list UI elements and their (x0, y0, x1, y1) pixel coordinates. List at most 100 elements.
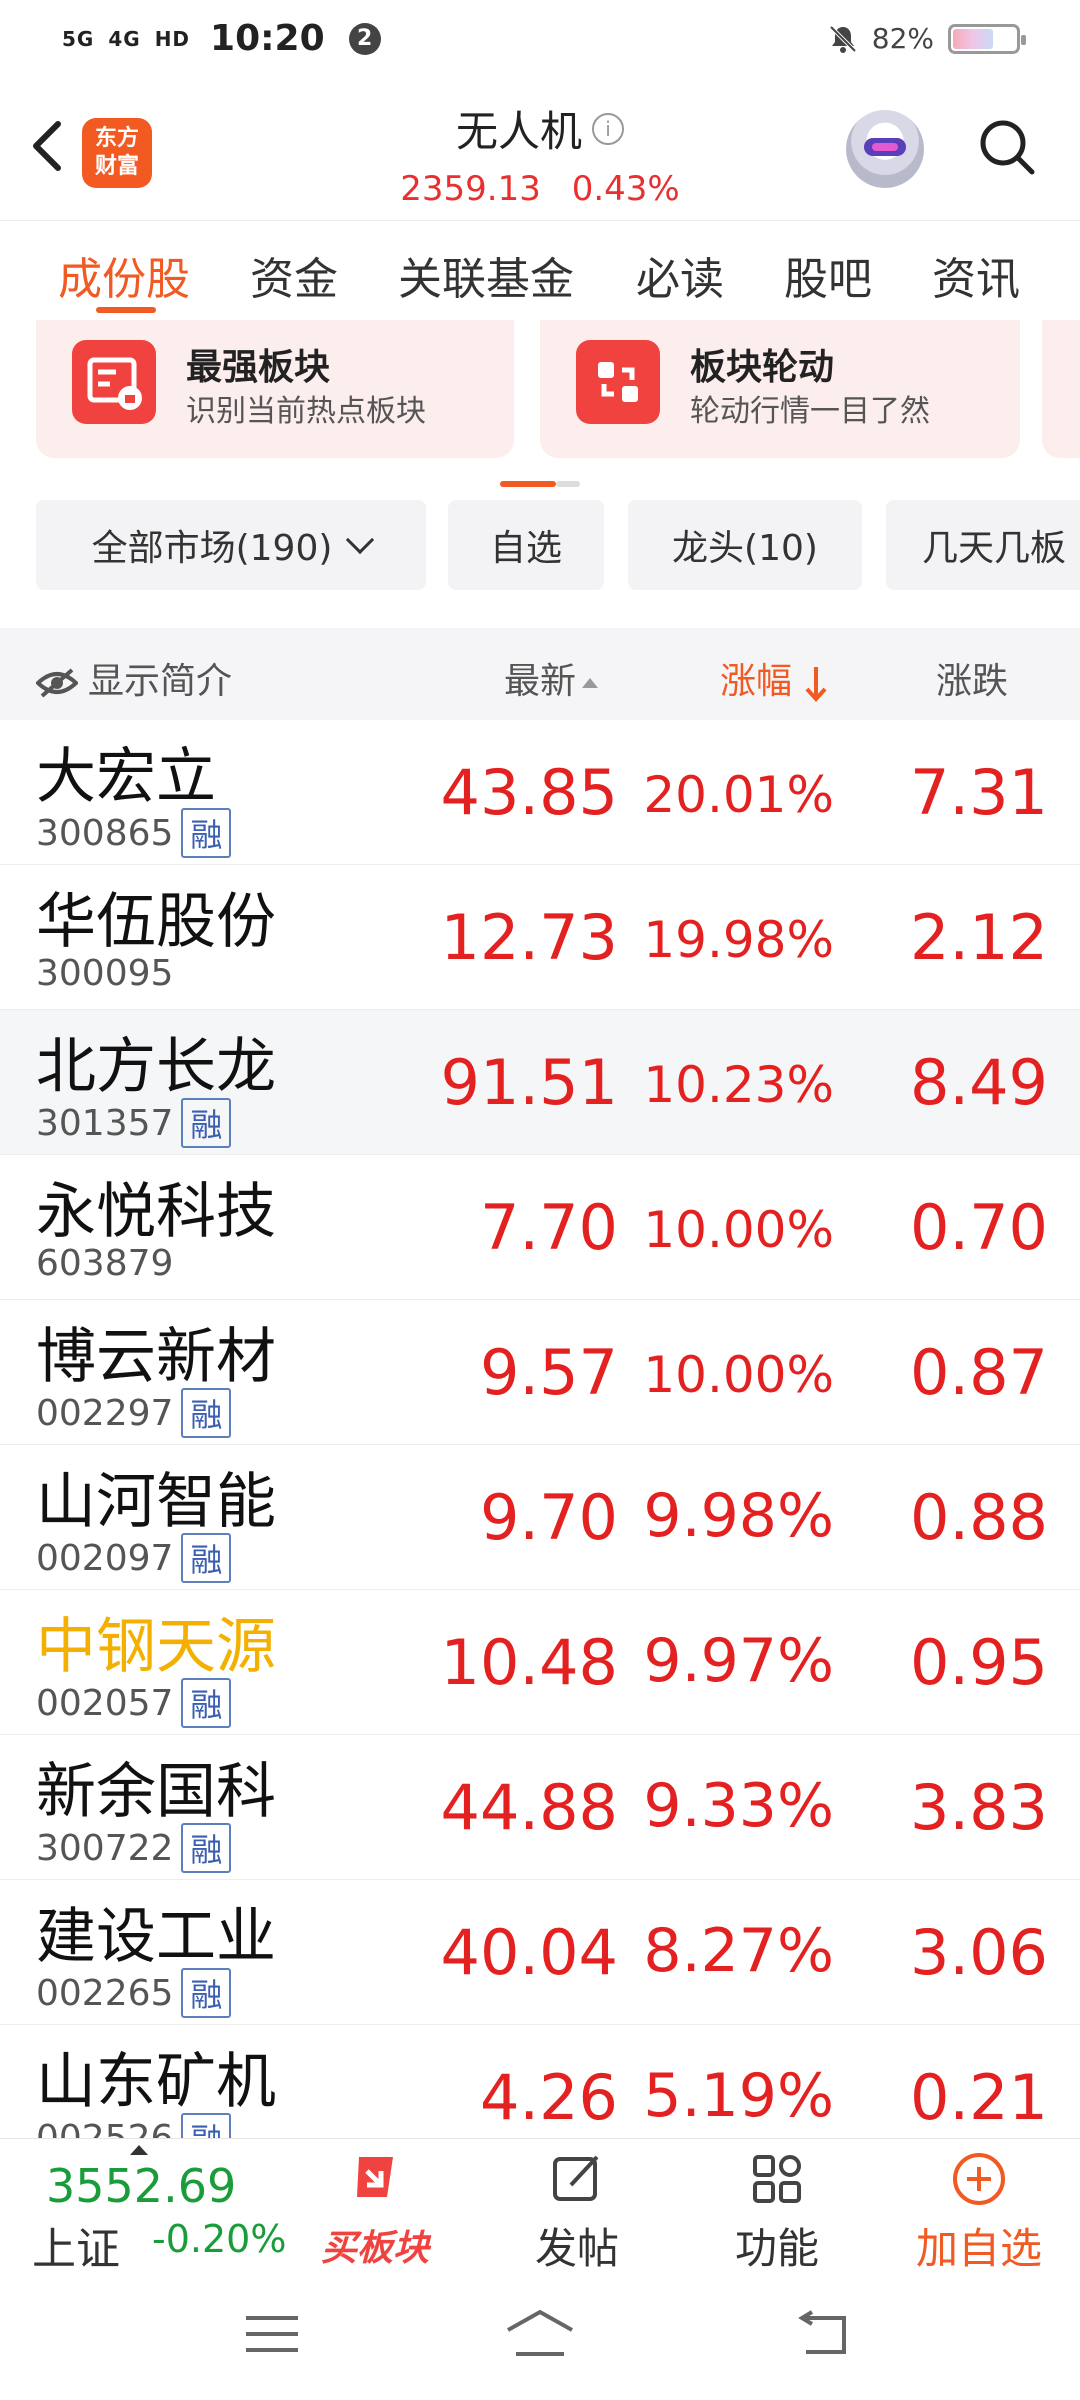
tab-forum[interactable]: 股吧 (784, 243, 872, 307)
stock-code-group: 002057 融 (36, 1678, 232, 1728)
change-amount: 0.95 (909, 1626, 1048, 1699)
change-percent: 8.27% (643, 1916, 834, 1986)
stock-code: 002297 (36, 1392, 174, 1434)
shanghai-index-name: 上证 (32, 2224, 120, 2275)
stock-code: 002265 (36, 1972, 174, 2014)
latest-price: 9.70 (479, 1481, 618, 1554)
change-percent: 9.98% (643, 1481, 834, 1551)
status-bar: 5G 4G HD 10:20 2 82% (0, 0, 1080, 80)
change-percent: 10.00% (643, 1346, 834, 1404)
network-4g-indicator: 4G (108, 26, 141, 51)
active-tab-indicator (96, 307, 156, 313)
watchlist-filter-chip[interactable]: 自选 (448, 500, 604, 590)
stock-name: 永悦科技 (36, 1177, 276, 1247)
tab-bar: 成份股 资金 关联基金 必读 股吧 资讯 (0, 220, 1080, 320)
table-row[interactable]: 新余国科 300722 融 44.88 9.33% 3.83 (0, 1735, 1080, 1880)
tab-news[interactable]: 资讯 (932, 243, 1020, 307)
header: 东方 财富 无人机 i 2359.13 0.43% (0, 80, 1080, 220)
post-label: 发帖 (534, 2224, 619, 2273)
change-percent: 9.33% (643, 1771, 834, 1841)
change-pct-column-label: 涨幅 (720, 661, 793, 702)
stock-code-group: 002297 融 (36, 1388, 232, 1438)
clock: 10:20 (210, 18, 325, 59)
chart-thumb-icon (72, 340, 156, 424)
table-row[interactable]: 中钢天源 002057 融 10.48 9.97% 0.95 (0, 1590, 1080, 1735)
table-row[interactable]: 建设工业 002265 融 40.04 8.27% 3.06 (0, 1880, 1080, 2025)
margin-trading-badge: 融 (181, 1678, 232, 1728)
buy-sector-button[interactable]: 买板块 (300, 2149, 450, 2269)
eye-hidden-icon (36, 668, 78, 698)
stock-name: 中钢天源 (36, 1612, 276, 1682)
buy-sector-icon (357, 2157, 393, 2197)
table-row[interactable]: 山东矿机002526 融 4.26 5.19% 0.21 (0, 2025, 1080, 2138)
feature-cards: 最强板块 识别当前热点板块 板块轮动 轮动行情一目了然 (0, 320, 1080, 460)
rotate-arrows-icon (576, 340, 660, 424)
sort-change[interactable]: 涨跌 (936, 652, 1008, 704)
tab-constituents[interactable]: 成份股 (58, 243, 190, 307)
change-amount: 0.87 (909, 1336, 1048, 1409)
shanghai-index-value: 3552.69 (46, 2159, 237, 2213)
change-percent: 20.01% (643, 766, 834, 824)
leaders-filter-chip[interactable]: 龙头(10) (628, 500, 862, 590)
stock-code-group: 002265 融 (36, 1968, 232, 2018)
card-title: 板块轮动 (690, 347, 835, 388)
stock-name: 华伍股份 (36, 887, 276, 957)
card-subtitle: 识别当前热点板块 (186, 394, 426, 429)
robot-assistant-avatar[interactable] (846, 110, 924, 188)
show-intro-toggle[interactable]: 显示简介 (36, 652, 232, 704)
tab-funds[interactable]: 资金 (250, 243, 338, 307)
table-row[interactable]: 大宏立 300865 融 43.85 20.01% 7.31 (0, 720, 1080, 865)
stock-name: 新余国科 (36, 1757, 276, 1827)
table-row[interactable]: 北方长龙 301357 融 91.51 10.23% 8.49 (0, 1010, 1080, 1155)
table-row[interactable]: 华伍股份 300095 12.73 19.98% 2.12 (0, 865, 1080, 1010)
functions-label: 功能 (734, 2224, 819, 2273)
stock-code-group: 002526 融 (36, 2113, 232, 2139)
add-watchlist-button[interactable]: 加自选 (904, 2149, 1054, 2273)
stock-code: 300722 (36, 1827, 174, 1869)
info-icon[interactable]: i (592, 112, 624, 145)
sector-index-value: 2359.13 (400, 169, 541, 209)
latest-price: 91.51 (440, 1046, 619, 1119)
stock-code-group: 300722 融 (36, 1823, 232, 1873)
page-title-group[interactable]: 无人机 i (456, 98, 624, 159)
sort-change-pct[interactable]: 涨幅 (720, 652, 829, 704)
table-row[interactable]: 山河智能 002097 融 9.70 9.98% 0.88 (0, 1445, 1080, 1590)
change-percent: 10.00% (643, 1201, 834, 1259)
add-watchlist-label: 加自选 (915, 2224, 1042, 2273)
market-filter-dropdown[interactable]: 全部市场(190) (36, 500, 426, 590)
home-icon[interactable] (504, 2308, 576, 2358)
stock-code: 300865 (36, 812, 174, 854)
bottom-toolbar: 3552.69 上证 -0.20% 买板块 发帖 功能 加自选 (0, 2138, 1080, 2275)
margin-trading-badge: 融 (181, 808, 232, 858)
functions-button[interactable]: 功能 (702, 2149, 852, 2273)
change-amount: 0.70 (909, 1191, 1048, 1264)
margin-trading-badge: 融 (181, 1098, 232, 1148)
streak-filter-chip[interactable]: 几天几板 (886, 500, 1080, 590)
change-amount: 3.83 (909, 1771, 1048, 1844)
tab-related-funds[interactable]: 关联基金 (398, 243, 574, 307)
card-sector-rotation[interactable]: 板块轮动 轮动行情一目了然 (540, 320, 1020, 458)
stock-code-group: 603879 (36, 1243, 173, 1284)
search-icon[interactable] (978, 118, 1036, 176)
back-nav-icon[interactable] (792, 2310, 848, 2356)
stock-code: 002526 (36, 2117, 174, 2139)
menu-icon[interactable] (244, 2314, 300, 2354)
card-title: 最强板块 (186, 347, 331, 388)
stock-code: 002057 (36, 1682, 174, 1724)
sort-latest-price[interactable]: 最新 (504, 652, 599, 704)
stock-code: 002097 (36, 1537, 174, 1579)
tab-must-read[interactable]: 必读 (636, 243, 724, 307)
stock-name: 建设工业 (36, 1902, 276, 1972)
margin-trading-badge: 融 (181, 2113, 232, 2138)
sector-change-pct: 0.43% (571, 169, 680, 209)
table-row[interactable]: 永悦科技 603879 7.70 10.00% 0.70 (0, 1155, 1080, 1300)
chevron-down-icon (346, 525, 375, 555)
hd-indicator: HD (154, 26, 191, 51)
card-next-peek[interactable] (1042, 320, 1080, 458)
change-percent: 9.97% (643, 1626, 834, 1696)
change-percent: 19.98% (643, 911, 834, 969)
table-row[interactable]: 博云新材 002297 融 9.57 10.00% 0.87 (0, 1300, 1080, 1445)
card-strongest-sector[interactable]: 最强板块 识别当前热点板块 (36, 320, 514, 458)
post-button[interactable]: 发帖 (502, 2149, 652, 2273)
latest-column-label: 最新 (504, 661, 577, 702)
